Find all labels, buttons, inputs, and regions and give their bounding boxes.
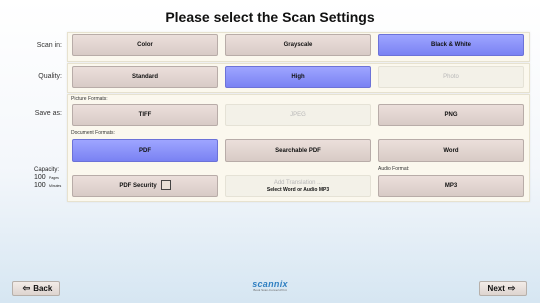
back-label: Back <box>33 284 53 293</box>
tiff-button[interactable]: TIFF <box>72 104 218 126</box>
word-button[interactable]: Word <box>378 139 524 162</box>
capacity-label: Capacity: <box>34 167 60 173</box>
next-button[interactable]: Next ⇨ <box>479 281 527 296</box>
standard-button[interactable]: Standard <box>72 66 218 88</box>
scan-in-label: Scan in: <box>36 42 62 49</box>
photo-button[interactable]: Photo <box>378 66 524 88</box>
capacity-minutes: 100 Minutes <box>34 182 61 189</box>
add-translation-label: Add Translation ... <box>273 179 323 186</box>
searchable-pdf-button[interactable]: Searchable PDF <box>225 139 371 162</box>
mp3-button[interactable]: MP3 <box>378 175 524 197</box>
save-as-label: Save as: <box>34 110 62 117</box>
audio-format-label: Audio Format: <box>378 166 410 172</box>
add-translation-sublabel: Select Word or Audio MP3 <box>266 186 330 193</box>
capacity-pages: 100 Pages <box>34 174 61 181</box>
pdf-security-button[interactable]: PDF Security <box>72 175 218 197</box>
jpeg-button[interactable]: JPEG <box>225 104 371 126</box>
pdf-button[interactable]: PDF <box>72 139 218 162</box>
picture-formats-label: Picture Formats: <box>71 96 108 102</box>
document-formats-label: Document Formats: <box>71 130 115 136</box>
color-button[interactable]: Color <box>72 34 218 56</box>
scannix-logo: scannix Book Scan-Convert-Print <box>249 279 291 292</box>
next-label: Next <box>487 284 505 293</box>
capacity-pages-value: 100 <box>34 174 46 181</box>
logo-tagline: Book Scan-Convert-Print <box>253 288 287 292</box>
png-button[interactable]: PNG <box>378 104 524 126</box>
next-arrow-icon: ⇨ <box>507 283 516 293</box>
add-translation-button[interactable]: Add Translation ... Select Word or Audio… <box>225 175 371 197</box>
high-button[interactable]: High <box>225 66 371 88</box>
back-arrow-icon: ⇦ <box>22 283 31 293</box>
capacity-pages-unit: Pages <box>49 176 59 180</box>
page-title: Please select the Scan Settings <box>165 9 375 25</box>
capacity-minutes-value: 100 <box>34 182 46 189</box>
quality-label: Quality: <box>38 73 62 80</box>
lock-icon <box>160 180 171 190</box>
capacity-minutes-unit: Minutes <box>49 184 62 188</box>
back-button[interactable]: ⇦ Back <box>12 281 60 296</box>
capacity-box: Capacity: 100 Pages 100 Minutes <box>34 167 61 189</box>
grayscale-button[interactable]: Grayscale <box>225 34 371 56</box>
pdf-security-label: PDF Security <box>119 183 157 189</box>
black-white-button[interactable]: Black & White <box>378 34 524 56</box>
